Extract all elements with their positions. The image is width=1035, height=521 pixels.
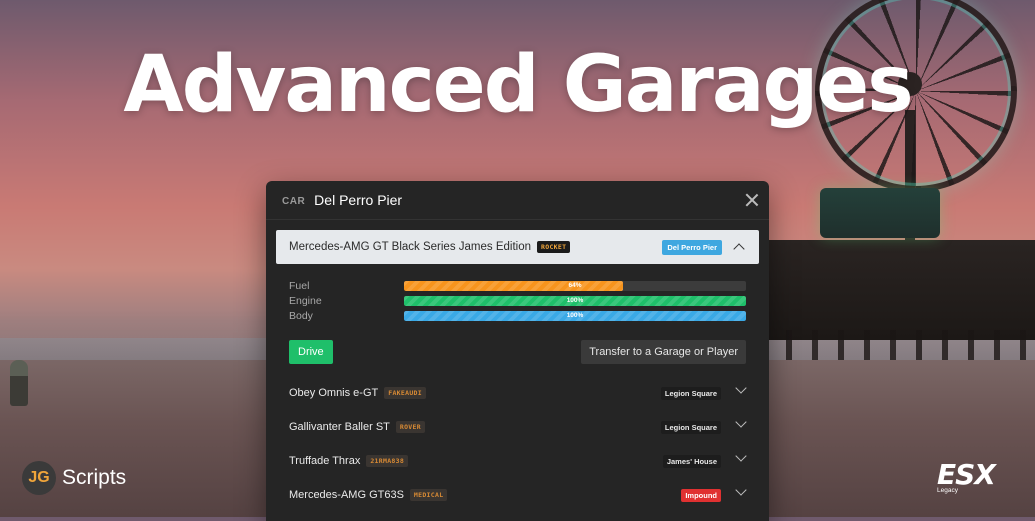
stat-row-engine: Engine 100% (289, 293, 769, 308)
stat-label: Engine (289, 294, 322, 307)
vehicle-plate: ROVER (395, 421, 425, 433)
garage-name: Del Perro Pier (314, 192, 403, 208)
jg-scripts-logo: JG Scripts (22, 461, 126, 495)
jg-logo-mark: JG (22, 461, 56, 495)
pier-legs (760, 330, 1035, 360)
fuel-bar: 64% (404, 280, 746, 291)
engine-bar-text: 100% (566, 296, 584, 304)
vehicle-row[interactable]: Gallivanter Baller ST ROVER Legion Squar… (266, 410, 769, 444)
vehicle-actions: Drive Transfer to a Garage or Player (289, 340, 746, 364)
vehicle-stats: Fuel 64% Engine 100% Body 100% (289, 278, 769, 323)
stat-row-body: Body 100% (289, 308, 769, 323)
vehicle-row[interactable]: Truffade Thrax 21RMA838 James' House (266, 444, 769, 478)
pier-lights (820, 188, 940, 238)
chevron-up-icon[interactable] (733, 243, 745, 255)
selected-vehicle-name: Mercedes-AMG GT Black Series James Editi… (289, 241, 532, 253)
panel-header: CAR Del Perro Pier (266, 181, 769, 220)
hero-title: Advanced Garages (123, 40, 913, 130)
body-bar: 100% (404, 310, 746, 321)
vehicle-row[interactable]: Obey Omnis e-GT FAKEAUDI Legion Square (266, 376, 769, 410)
beach-person (10, 360, 28, 406)
stat-row-fuel: Fuel 64% (289, 278, 769, 293)
vehicle-name: Mercedes-AMG GT63S (289, 489, 404, 501)
vehicle-location-tag-impound: Impound (681, 489, 721, 502)
garage-panel: CAR Del Perro Pier Mercedes-AMG GT Black… (266, 181, 769, 521)
vehicle-location-tag: Legion Square (660, 387, 721, 400)
transfer-button[interactable]: Transfer to a Garage or Player (581, 340, 746, 364)
chevron-down-icon[interactable] (735, 450, 747, 462)
selected-vehicle-location-badge: Del Perro Pier (662, 240, 722, 255)
pier-structure (760, 240, 1035, 340)
esx-legacy-logo: ESX Legacy (937, 458, 996, 494)
jg-logo-text: Scripts (62, 466, 127, 489)
vehicle-name: Obey Omnis e-GT (289, 387, 379, 399)
vehicle-location-tag: James' House (662, 455, 721, 468)
chevron-down-icon[interactable] (735, 416, 747, 428)
engine-bar: 100% (404, 295, 746, 306)
selected-vehicle-row[interactable]: Mercedes-AMG GT Black Series James Editi… (276, 230, 759, 264)
vehicle-row[interactable]: Mercedes-AMG GT63S MEDICAL Impound (266, 478, 769, 512)
drive-button[interactable]: Drive (289, 340, 333, 364)
stat-label: Fuel (289, 279, 310, 292)
chevron-down-icon[interactable] (735, 484, 747, 496)
garage-type-label: CAR (282, 195, 306, 207)
vehicle-name: Gallivanter Baller ST (289, 421, 390, 433)
vehicle-name: Truffade Thrax (289, 455, 361, 467)
vehicle-location-tag: Legion Square (660, 421, 721, 434)
vehicle-plate: FAKEAUDI (384, 387, 426, 399)
close-icon[interactable] (743, 191, 761, 209)
selected-vehicle-plate: ROCKET (537, 241, 571, 253)
chevron-down-icon[interactable] (735, 382, 747, 394)
body-bar-text: 100% (566, 311, 584, 319)
vehicle-plate: MEDICAL (409, 489, 448, 501)
vehicle-plate: 21RMA838 (366, 455, 409, 467)
stat-label: Body (289, 309, 313, 322)
fuel-bar-text: 64% (568, 281, 582, 289)
vehicle-list: Obey Omnis e-GT FAKEAUDI Legion Square G… (266, 376, 769, 512)
